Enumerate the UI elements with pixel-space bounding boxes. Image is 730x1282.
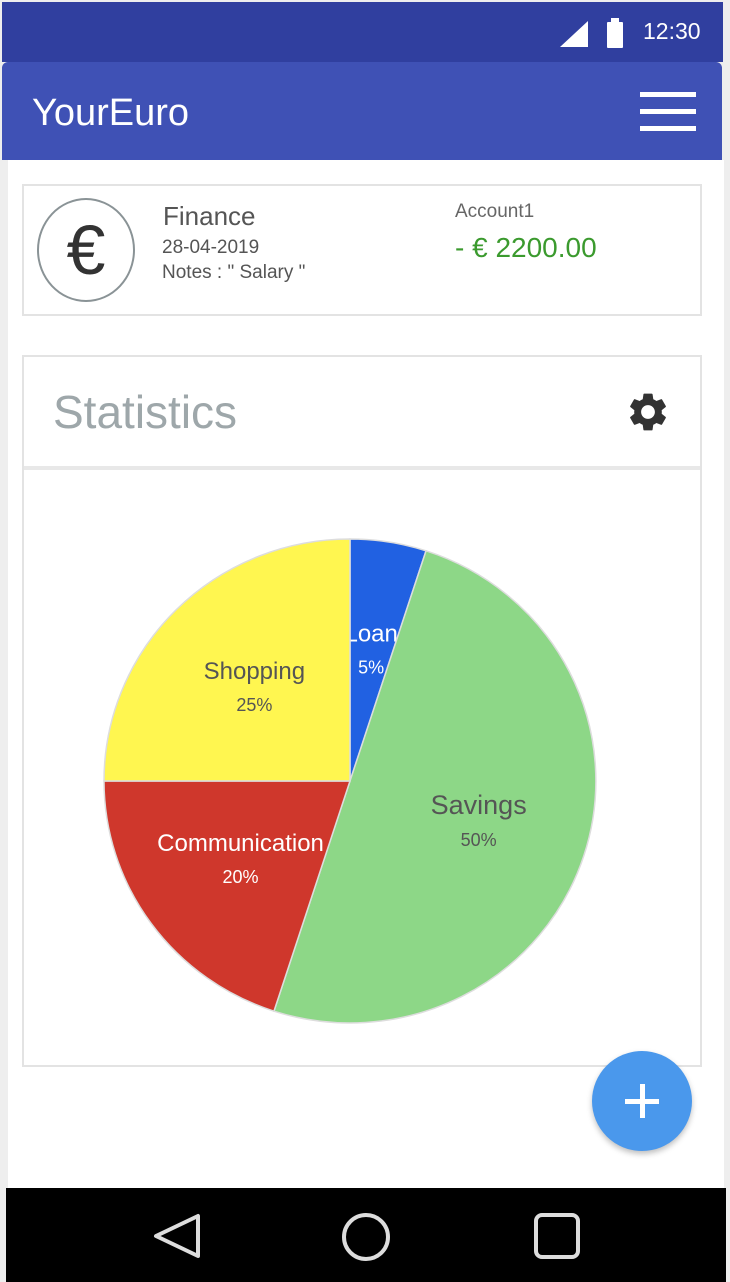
back-icon[interactable] [150, 1212, 202, 1260]
pie-percent-loan: 5% [358, 658, 384, 678]
pie-percent-savings: 50% [461, 830, 497, 850]
plus-icon [625, 1084, 659, 1118]
recents-icon[interactable] [532, 1212, 582, 1262]
pie-percent-communication: 20% [223, 867, 259, 887]
pie-label-communication: Communication [157, 830, 324, 857]
add-button[interactable] [592, 1051, 692, 1151]
navigation-bar [6, 1188, 726, 1282]
pie-percent-shopping: 25% [236, 695, 272, 715]
pie-label-savings: Savings [431, 790, 527, 820]
home-icon[interactable] [340, 1212, 392, 1262]
pie-label-shopping: Shopping [204, 658, 305, 685]
pie-label-loan: Loan [344, 621, 397, 648]
